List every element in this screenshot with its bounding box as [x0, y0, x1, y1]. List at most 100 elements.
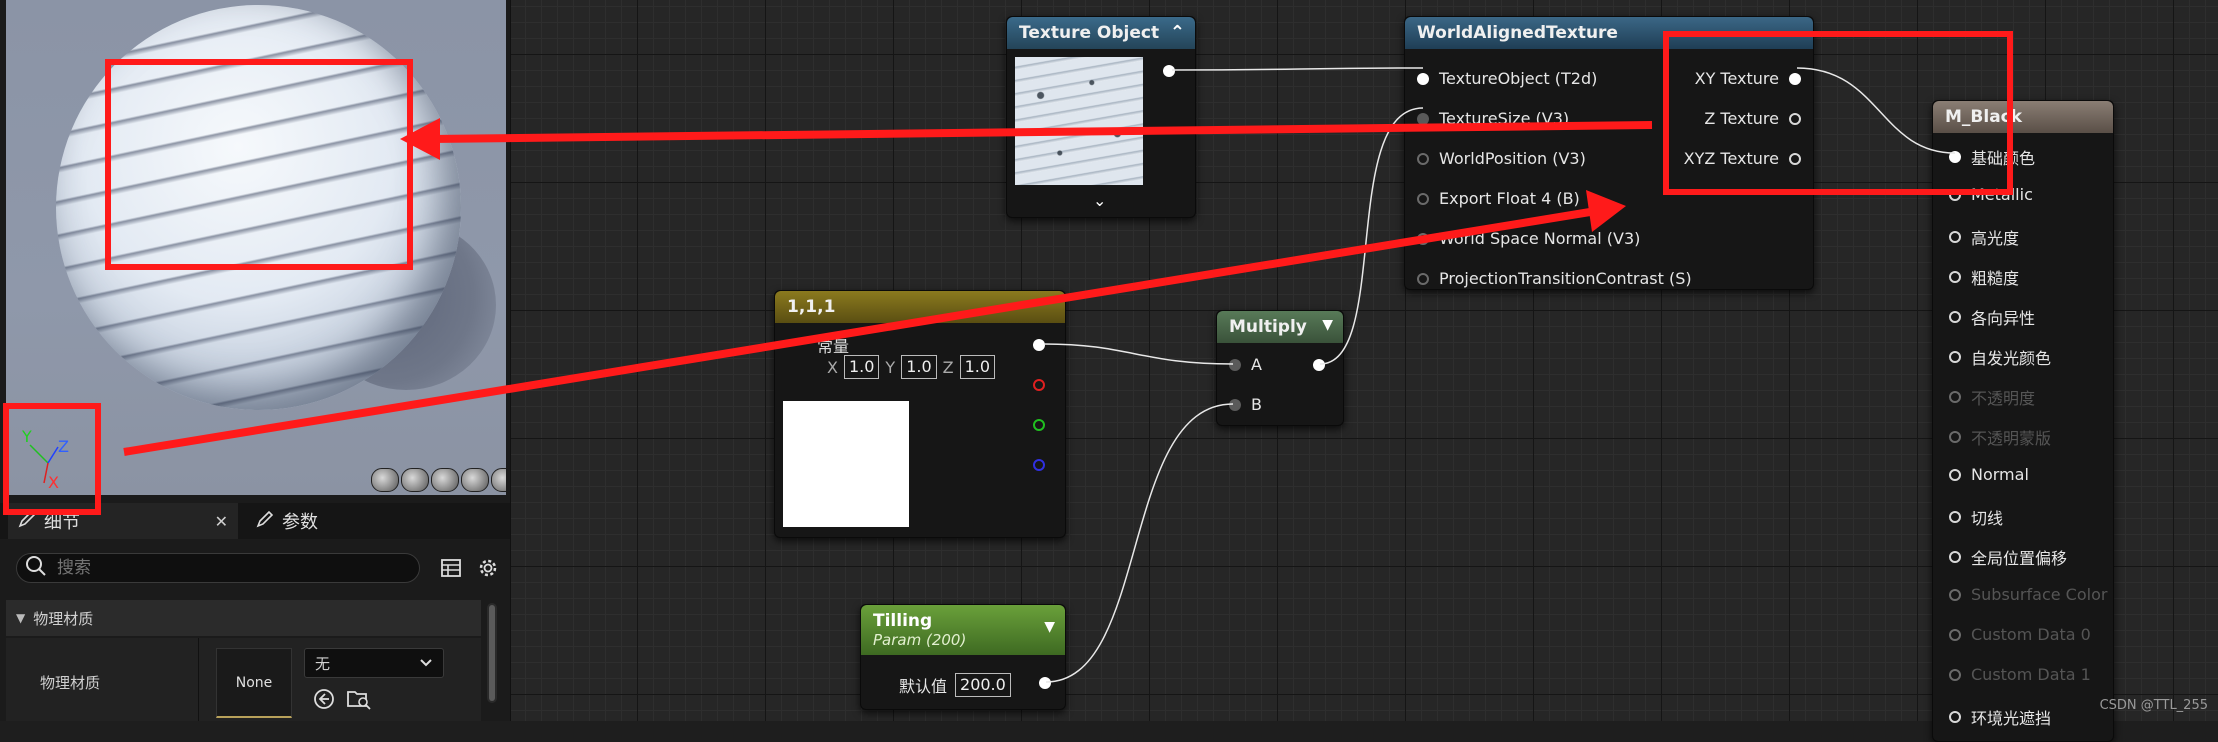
input-pin[interactable]: [1949, 271, 1961, 283]
preview-sphere-button[interactable]: [401, 468, 429, 492]
output-pin-g[interactable]: [1033, 419, 1045, 431]
material-pin-row[interactable]: Metallic: [1949, 185, 2033, 204]
input-pin[interactable]: [1949, 351, 1961, 363]
input-world-position[interactable]: WorldPosition (V3): [1417, 149, 1586, 168]
asset-thumbnail[interactable]: None: [216, 648, 292, 718]
chevron-down-icon[interactable]: ▼: [1044, 619, 1055, 635]
node-material-header[interactable]: M_Black: [1933, 101, 2113, 133]
node-texture-object-header[interactable]: Texture Object ⌃: [1007, 17, 1195, 49]
category-physical-material[interactable]: ▼ 物理材质: [6, 600, 481, 636]
material-pin-row[interactable]: 不透明度: [1949, 385, 2035, 409]
input-pin[interactable]: [1949, 188, 1961, 201]
search-box[interactable]: [16, 553, 420, 583]
input-b[interactable]: B: [1229, 395, 1262, 414]
input-pin[interactable]: [1417, 272, 1429, 285]
chevron-up-icon[interactable]: ⌃: [1170, 22, 1185, 43]
details-scrollbar-thumb[interactable]: [489, 605, 495, 701]
input-export-float4[interactable]: Export Float 4 (B): [1417, 189, 1580, 208]
chevron-down-icon[interactable]: ⌄: [1093, 191, 1106, 210]
material-pin-row[interactable]: 自发光颜色: [1949, 345, 2051, 369]
output-pin[interactable]: [1313, 359, 1325, 371]
search-input[interactable]: [55, 557, 389, 579]
node-texture-object[interactable]: Texture Object ⌃ ⌄: [1006, 16, 1196, 218]
preview-cylinder-button[interactable]: [371, 468, 399, 492]
material-pin-row[interactable]: Normal: [1949, 465, 2029, 484]
node-world-aligned-texture-header[interactable]: WorldAlignedTexture: [1405, 17, 1813, 49]
browse-folder-icon[interactable]: [346, 687, 372, 711]
output-pin[interactable]: [1163, 65, 1175, 77]
input-pin[interactable]: [1949, 231, 1961, 243]
node-world-aligned-texture[interactable]: WorldAlignedTexture TextureObject (T2d) …: [1404, 16, 1814, 290]
node-material-result[interactable]: M_Black 基础颜色 Metallic 高光度粗糙度各向异性自发光颜色不透明度不…: [1932, 100, 2114, 742]
material-pin-row[interactable]: Subsurface Color: [1949, 585, 2107, 604]
material-pin-row[interactable]: 全局位置偏移: [1949, 545, 2067, 569]
input-pin[interactable]: [1417, 72, 1429, 85]
z-value-field[interactable]: 1.0: [959, 355, 996, 379]
asset-dropdown[interactable]: 无: [304, 648, 444, 678]
output-xy-texture[interactable]: XY Texture: [1695, 69, 1801, 88]
material-pin-row[interactable]: 不透明蒙版: [1949, 425, 2051, 449]
input-pin[interactable]: [1949, 711, 1961, 723]
material-pin-row[interactable]: Custom Data 0: [1949, 625, 2091, 644]
material-pin-row[interactable]: 环境光遮挡: [1949, 705, 2051, 729]
preview-plane-button[interactable]: [431, 468, 459, 492]
material-pin-row[interactable]: 高光度: [1949, 225, 2019, 249]
output-z-texture[interactable]: Z Texture: [1704, 109, 1801, 128]
input-pin[interactable]: [1949, 551, 1961, 563]
material-pin-row[interactable]: 粗糙度: [1949, 265, 2019, 289]
preview-mesh-button[interactable]: [491, 468, 506, 492]
gear-icon[interactable]: [476, 556, 500, 580]
node-tilling-header[interactable]: Tilling Param (200) ▼: [861, 605, 1065, 655]
y-value-field[interactable]: 1.0: [901, 355, 937, 379]
input-pin[interactable]: [1949, 151, 1961, 163]
input-pin[interactable]: [1949, 391, 1961, 403]
table-view-icon[interactable]: [440, 557, 462, 579]
input-texture-object[interactable]: TextureObject (T2d): [1417, 69, 1597, 88]
output-pin-b[interactable]: [1033, 459, 1045, 471]
input-pin[interactable]: [1417, 192, 1429, 205]
tab-params[interactable]: 参数: [252, 503, 318, 539]
input-pin[interactable]: [1949, 468, 1961, 481]
input-pin[interactable]: [1949, 628, 1961, 641]
output-pin[interactable]: [1789, 112, 1801, 125]
input-pin[interactable]: [1417, 232, 1429, 245]
column-divider[interactable]: [198, 638, 199, 721]
input-pin[interactable]: [1949, 668, 1961, 681]
output-pin[interactable]: [1789, 152, 1801, 165]
close-icon[interactable]: ✕: [215, 512, 228, 531]
material-pin-row[interactable]: 基础颜色: [1949, 145, 2035, 169]
material-pin-row[interactable]: Custom Data 1: [1949, 665, 2091, 684]
preview-cube-button[interactable]: [461, 468, 489, 492]
default-value-field[interactable]: 200.0: [955, 673, 1011, 697]
input-pin[interactable]: [1949, 311, 1961, 323]
input-world-space-normal[interactable]: World Space Normal (V3): [1417, 229, 1640, 248]
material-pin-row[interactable]: 各向异性: [1949, 305, 2035, 329]
use-selected-asset-icon[interactable]: [312, 687, 336, 711]
input-pin[interactable]: [1229, 398, 1241, 411]
input-pin[interactable]: [1229, 358, 1241, 371]
color-swatch[interactable]: [783, 401, 909, 527]
node-constant3[interactable]: 1,1,1 常量 X 1.0 Y 1.0 Z 1.0: [774, 290, 1066, 538]
chevron-down-icon[interactable]: ▼: [1322, 317, 1333, 333]
material-pin-row[interactable]: 切线: [1949, 505, 2003, 529]
material-preview-viewport[interactable]: Y Z X: [6, 0, 506, 495]
node-multiply[interactable]: Multiply ▼ A B: [1216, 310, 1344, 426]
output-pin-r[interactable]: [1033, 379, 1045, 391]
node-multiply-header[interactable]: Multiply ▼: [1217, 311, 1343, 343]
input-texture-size[interactable]: TextureSize (V3): [1417, 109, 1569, 128]
output-pin[interactable]: [1039, 677, 1051, 689]
input-a[interactable]: A: [1229, 355, 1262, 374]
node-tilling-parameter[interactable]: Tilling Param (200) ▼ 默认值 200.0: [860, 604, 1066, 710]
output-pin[interactable]: [1789, 72, 1801, 85]
node-constant3-header[interactable]: 1,1,1: [775, 291, 1065, 323]
input-pin[interactable]: [1949, 511, 1961, 523]
tab-details[interactable]: 细节 ✕: [8, 503, 238, 539]
input-pin[interactable]: [1417, 152, 1429, 165]
x-value-field[interactable]: 1.0: [843, 355, 880, 379]
output-pin-rgb[interactable]: [1033, 339, 1045, 351]
output-xyz-texture[interactable]: XYZ Texture: [1684, 149, 1801, 168]
input-pin[interactable]: [1949, 431, 1961, 443]
input-pin[interactable]: [1949, 588, 1961, 601]
input-projection-contrast[interactable]: ProjectionTransitionContrast (S): [1417, 269, 1692, 288]
input-pin[interactable]: [1417, 112, 1429, 125]
